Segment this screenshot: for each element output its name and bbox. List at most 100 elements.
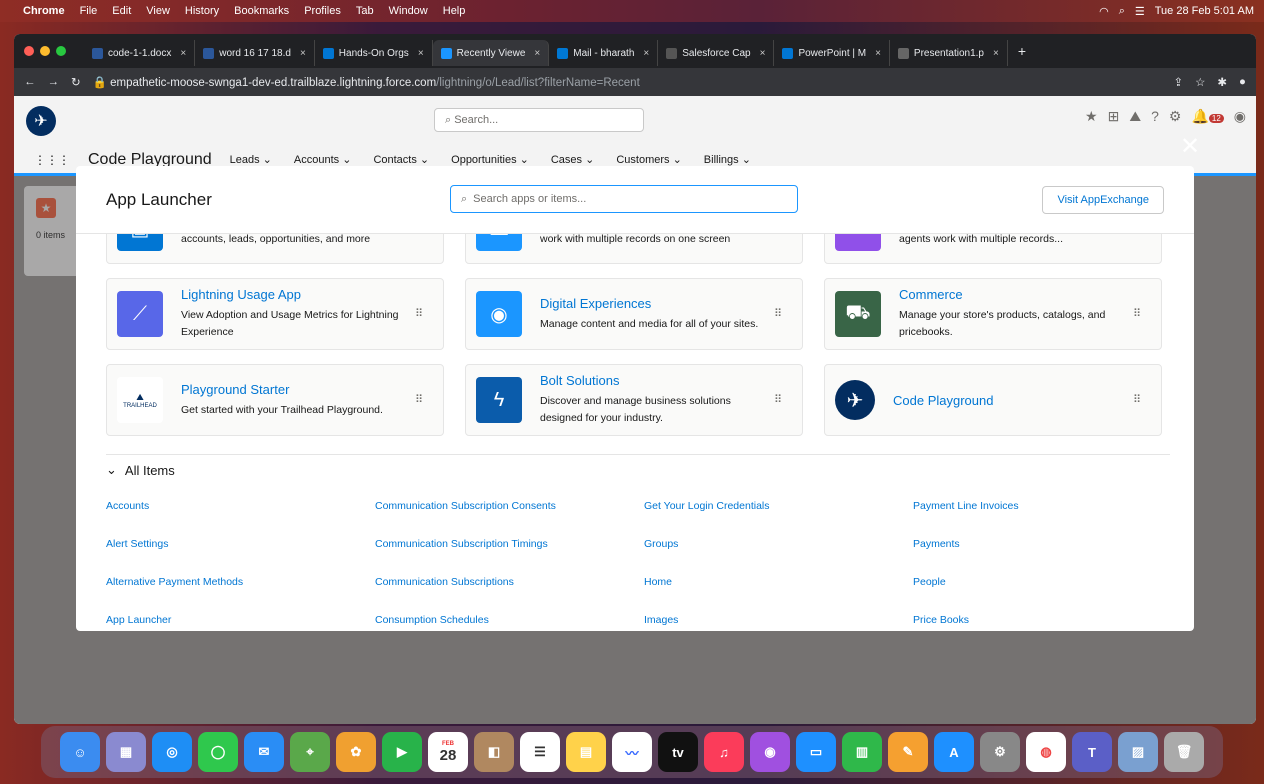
item-link[interactable]: Consumption Schedules bbox=[375, 614, 489, 626]
extensions-icon[interactable]: ✱ bbox=[1217, 75, 1227, 89]
app-card-playground-starter[interactable]: ⛰ TRAILHEAD Playground Starter Get started … bbox=[106, 364, 444, 436]
menubar-tab[interactable]: Tab bbox=[356, 5, 374, 17]
item-link[interactable]: Alert Settings bbox=[106, 538, 168, 550]
close-tab-icon[interactable]: × bbox=[760, 48, 766, 59]
menubar-profiles[interactable]: Profiles bbox=[304, 5, 341, 17]
nav-accounts[interactable]: Accounts ⌄ bbox=[294, 153, 352, 166]
app-card-bolt-solutions[interactable]: ϟ Bolt Solutions Discover and manage busin… bbox=[465, 364, 803, 436]
browser-tab[interactable]: word 16 17 18.d × bbox=[195, 40, 315, 66]
gear-icon[interactable]: ⚙ bbox=[1169, 108, 1182, 125]
item-link[interactable]: People bbox=[913, 576, 946, 588]
browser-tab[interactable]: Salesforce Cap × bbox=[658, 40, 775, 66]
drag-handle-icon[interactable]: ⠿ bbox=[1133, 307, 1141, 320]
close-tab-icon[interactable]: × bbox=[534, 48, 540, 59]
app-card[interactable]: ▣ accounts, leads, opportunities, and mor… bbox=[106, 234, 444, 264]
close-tab-icon[interactable]: × bbox=[643, 48, 649, 59]
preview-icon[interactable]: ▨ bbox=[1118, 732, 1158, 772]
avatar[interactable]: ◉ bbox=[1234, 108, 1246, 125]
bookmark-star-icon[interactable]: ☆ bbox=[1195, 75, 1205, 89]
browser-tab[interactable]: Mail - bharath × bbox=[549, 40, 659, 66]
item-link[interactable]: Groups bbox=[644, 538, 678, 550]
app-search-input[interactable]: ⌕ Search apps or items... bbox=[450, 185, 798, 213]
browser-tab[interactable]: Presentation1.p × bbox=[890, 40, 1008, 66]
app-card-lightning-usage[interactable]: ⟋ Lightning Usage App View Adoption and Us… bbox=[106, 278, 444, 350]
item-link[interactable]: App Launcher bbox=[106, 614, 171, 626]
trailhead-icon[interactable]: ⛰ bbox=[1129, 108, 1141, 125]
close-tab-icon[interactable]: × bbox=[993, 48, 999, 59]
close-tab-icon[interactable]: × bbox=[180, 48, 186, 59]
numbers-icon[interactable]: ▥ bbox=[842, 732, 882, 772]
profile-icon[interactable]: ● bbox=[1239, 76, 1246, 88]
menubar-history[interactable]: History bbox=[185, 5, 219, 17]
drag-handle-icon[interactable]: ⠿ bbox=[774, 393, 782, 406]
search-icon[interactable]: ⌕ bbox=[1119, 5, 1125, 18]
nav-billings[interactable]: Billings ⌄ bbox=[704, 153, 751, 166]
podcasts-icon[interactable]: ◉ bbox=[750, 732, 790, 772]
nav-customers[interactable]: Customers ⌄ bbox=[616, 153, 681, 166]
forward-icon[interactable]: → bbox=[48, 76, 60, 88]
notes-icon[interactable]: ▤ bbox=[566, 732, 606, 772]
close-tab-icon[interactable]: × bbox=[418, 48, 424, 59]
contacts-icon[interactable]: ◧ bbox=[474, 732, 514, 772]
app-launcher-icon[interactable]: ⋮⋮⋮ bbox=[34, 153, 70, 167]
safari-icon[interactable]: ◎ bbox=[152, 732, 192, 772]
nav-cases[interactable]: Cases ⌄ bbox=[551, 153, 594, 166]
app-store-icon[interactable]: A bbox=[934, 732, 974, 772]
notification-icon[interactable]: 🔔 12 bbox=[1191, 108, 1224, 125]
item-link[interactable]: Communication Subscription Consents bbox=[375, 500, 556, 512]
nav-leads[interactable]: Leads ⌄ bbox=[230, 153, 272, 166]
app-card-code-playground[interactable]: ✈ Code Playground ⠿ bbox=[824, 364, 1162, 436]
plane-icon[interactable]: ✈ bbox=[26, 106, 56, 136]
menubar-app-name[interactable]: Chrome bbox=[23, 5, 65, 17]
visit-appexchange-button[interactable]: Visit AppExchange bbox=[1042, 186, 1164, 214]
close-tab-icon[interactable]: × bbox=[875, 48, 881, 59]
menubar-bookmarks[interactable]: Bookmarks bbox=[234, 5, 289, 17]
app-card-digital-experiences[interactable]: ◉ Digital Experiences Manage content and m… bbox=[465, 278, 803, 350]
drag-handle-icon[interactable]: ⠿ bbox=[774, 307, 782, 320]
drag-handle-icon[interactable]: ⠿ bbox=[415, 393, 423, 406]
global-search-input[interactable]: ⌕ Search... bbox=[434, 108, 644, 132]
trash-icon[interactable]: 🗑 bbox=[1164, 732, 1204, 772]
drag-handle-icon[interactable]: ⠿ bbox=[415, 307, 423, 320]
settings-icon[interactable]: ⚙ bbox=[980, 732, 1020, 772]
freeform-icon[interactable]: 〰 bbox=[612, 732, 652, 772]
menubar-view[interactable]: View bbox=[146, 5, 170, 17]
menubar-help[interactable]: Help bbox=[443, 5, 466, 17]
item-link[interactable]: Payment Line Invoices bbox=[913, 500, 1019, 512]
close-tab-icon[interactable]: × bbox=[300, 48, 306, 59]
calendar-icon[interactable]: FEB 28 bbox=[428, 732, 468, 772]
item-link[interactable]: Images bbox=[644, 614, 678, 626]
close-icon[interactable]: ✕ bbox=[1180, 132, 1200, 161]
item-link[interactable]: Home bbox=[644, 576, 672, 588]
share-icon[interactable]: ⇪ bbox=[1173, 75, 1183, 89]
minimize-window-button[interactable] bbox=[40, 46, 50, 56]
messages-icon[interactable]: ◯ bbox=[198, 732, 238, 772]
mail-icon[interactable]: ✉ bbox=[244, 732, 284, 772]
add-icon[interactable]: ⊞ bbox=[1108, 108, 1120, 125]
browser-tab[interactable]: Hands-On Orgs × bbox=[315, 40, 433, 66]
zoom-window-button[interactable] bbox=[56, 46, 66, 56]
item-link[interactable]: Communication Subscriptions bbox=[375, 576, 514, 588]
url-field[interactable]: 🔒 empathetic-moose-swnga1-dev-ed.trailbl… bbox=[93, 75, 1162, 89]
nav-opportunities[interactable]: Opportunities ⌄ bbox=[451, 153, 529, 166]
item-link[interactable]: Price Books bbox=[913, 614, 969, 626]
drag-handle-icon[interactable]: ⠿ bbox=[1133, 393, 1141, 406]
reminders-icon[interactable]: ☰ bbox=[520, 732, 560, 772]
item-link[interactable]: Get Your Login Credentials bbox=[644, 500, 770, 512]
browser-tab[interactable]: PowerPoint | M × bbox=[774, 40, 890, 66]
nav-contacts[interactable]: Contacts ⌄ bbox=[373, 153, 429, 166]
browser-tab-active[interactable]: Recently Viewe × bbox=[432, 40, 550, 66]
menubar-file[interactable]: File bbox=[80, 5, 98, 17]
launchpad-icon[interactable]: ▦ bbox=[106, 732, 146, 772]
menubar-window[interactable]: Window bbox=[389, 5, 428, 17]
tv-icon[interactable]: tv bbox=[658, 732, 698, 772]
music-icon[interactable]: ♫ bbox=[704, 732, 744, 772]
new-tab-button[interactable]: + bbox=[1018, 43, 1026, 59]
menubar-edit[interactable]: Edit bbox=[112, 5, 131, 17]
favorites-icon[interactable]: ★ bbox=[1085, 108, 1098, 125]
photos-icon[interactable]: ✿ bbox=[336, 732, 376, 772]
item-link[interactable]: Alternative Payment Methods bbox=[106, 576, 243, 588]
pages-icon[interactable]: ✎ bbox=[888, 732, 928, 772]
item-link[interactable]: Communication Subscription Timings bbox=[375, 538, 548, 550]
all-items-toggle[interactable]: ⌄ All Items bbox=[106, 462, 175, 478]
